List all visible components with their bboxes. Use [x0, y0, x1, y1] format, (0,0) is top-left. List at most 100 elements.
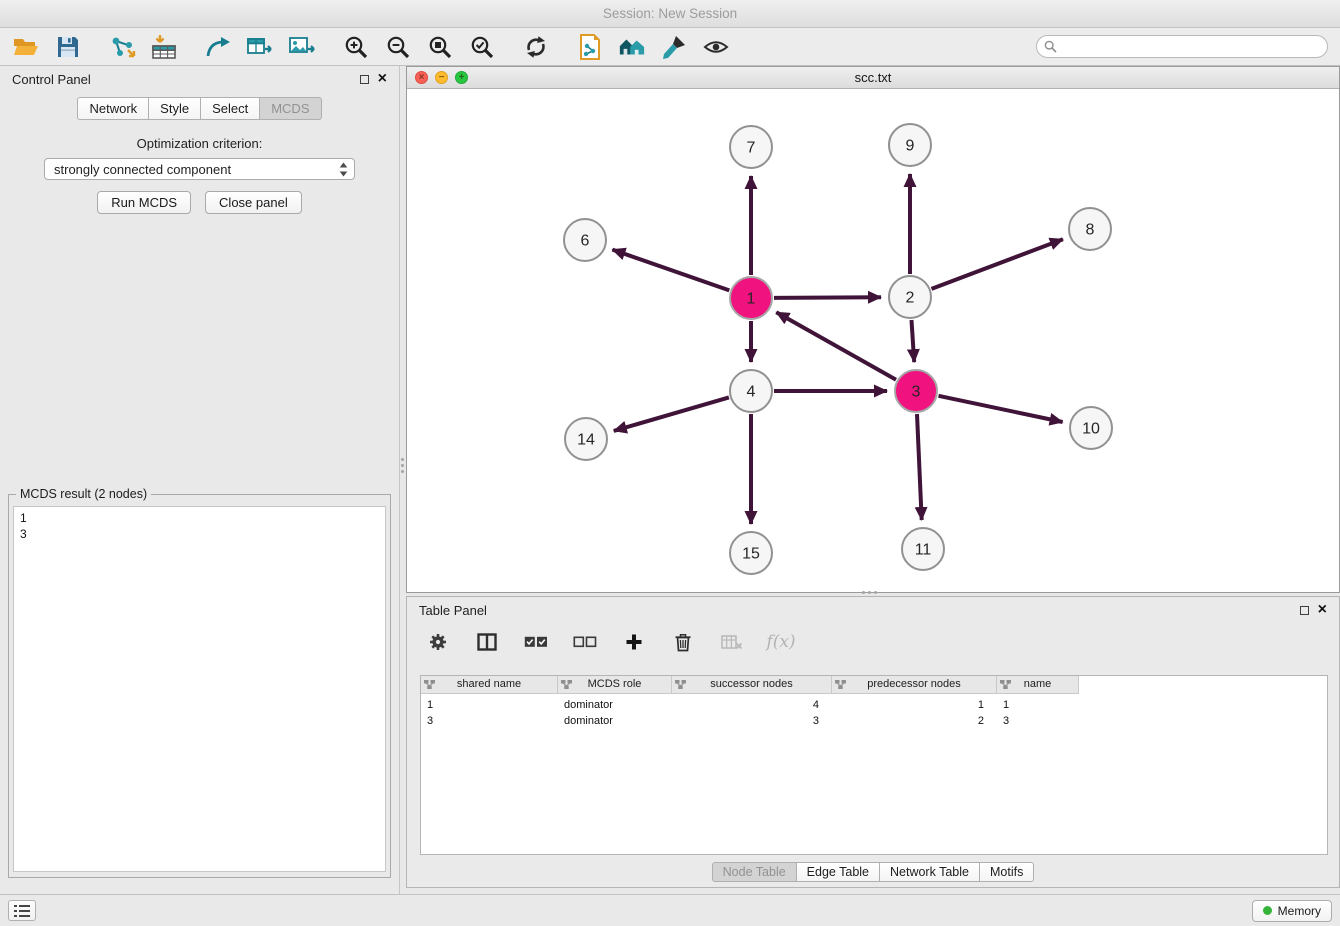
export-table-button[interactable] — [246, 33, 274, 61]
graph-edge-2-3[interactable] — [912, 320, 915, 362]
column-header-mcds-role[interactable]: MCDS role — [558, 676, 672, 694]
graph-node-label: 9 — [906, 138, 915, 155]
splitter-control-network[interactable] — [399, 452, 406, 478]
duplicate-network-button[interactable] — [576, 33, 604, 61]
zoom-out-button[interactable] — [384, 33, 412, 61]
clear-selection-button[interactable] — [571, 628, 599, 656]
tab-network[interactable]: Network — [77, 97, 149, 120]
table-cell[interactable]: 1 — [421, 697, 558, 713]
function-builder-label: f(x) — [766, 632, 795, 652]
table-row[interactable]: 1dominator411 — [421, 697, 1327, 713]
graph-edge-1-2[interactable] — [774, 297, 881, 298]
table-cell[interactable]: 1 — [832, 697, 997, 713]
control-panel-title: Control Panel — [12, 72, 91, 87]
graph-node-label: 4 — [747, 384, 756, 401]
table-cell[interactable]: dominator — [558, 697, 672, 713]
titlebar: Session: New Session — [0, 0, 1340, 28]
network-canvas[interactable]: 7968124314101511 — [407, 89, 1339, 592]
tab-node-table[interactable]: Node Table — [712, 862, 797, 882]
run-mcds-button[interactable]: Run MCDS — [97, 191, 191, 214]
open-session-button[interactable] — [12, 33, 40, 61]
add-row-button[interactable] — [620, 628, 648, 656]
tab-select[interactable]: Select — [200, 97, 260, 120]
graph-edge-2-8[interactable] — [932, 239, 1063, 289]
table-cell[interactable]: dominator — [558, 713, 672, 729]
mcds-result-list[interactable]: 13 — [13, 506, 386, 872]
status-bar: Memory — [0, 894, 1340, 926]
column-header-name[interactable]: name — [997, 676, 1079, 694]
graph-edge-3-1[interactable] — [776, 312, 896, 380]
list-icon — [14, 905, 30, 917]
show-columns-button[interactable] — [473, 628, 501, 656]
function-builder-button[interactable]: f(x) — [767, 628, 795, 656]
import-network-button[interactable] — [108, 33, 136, 61]
minimize-window-button[interactable]: − — [435, 71, 448, 84]
graph-edge-1-6[interactable] — [612, 250, 729, 291]
zoom-fit-button[interactable] — [426, 33, 454, 61]
table-panel-title: Table Panel — [419, 603, 487, 618]
node-table: shared nameMCDS rolesuccessor nodesprede… — [420, 675, 1328, 855]
hide-panels-button[interactable] — [8, 900, 36, 921]
tab-style[interactable]: Style — [148, 97, 201, 120]
table-panel: Table Panel × — [406, 596, 1340, 888]
import-network-icon — [108, 34, 136, 60]
table-cell[interactable]: 2 — [832, 713, 997, 729]
table-settings-button[interactable] — [424, 628, 452, 656]
save-session-button[interactable] — [54, 33, 82, 61]
float-table-panel-icon[interactable] — [1300, 606, 1309, 615]
table-cell[interactable]: 1 — [997, 697, 1079, 713]
table-cell[interactable]: 4 — [672, 697, 832, 713]
optimization-select[interactable]: strongly connected component — [44, 158, 355, 180]
search-input[interactable] — [1036, 35, 1328, 58]
table-cell[interactable]: 3 — [672, 713, 832, 729]
tab-motifs[interactable]: Motifs — [979, 862, 1034, 882]
select-all-rows-button[interactable] — [522, 628, 550, 656]
column-type-icon — [835, 679, 846, 690]
table-cell[interactable]: 3 — [421, 713, 558, 729]
paint-style-button[interactable] — [660, 33, 688, 61]
graph-edge-3-11[interactable] — [917, 414, 922, 520]
column-header-label: name — [1024, 678, 1052, 690]
zoom-in-button[interactable] — [342, 33, 370, 61]
close-table-panel-icon[interactable]: × — [1318, 604, 1327, 616]
plus-icon — [625, 633, 643, 651]
network-view-window: scc.txt × − + 7968124314101511 — [406, 66, 1340, 593]
network-tool-group — [204, 33, 316, 61]
column-header-predecessor-nodes[interactable]: predecessor nodes — [832, 676, 997, 694]
table-cell[interactable]: 3 — [997, 713, 1079, 729]
tab-mcds[interactable]: MCDS — [259, 97, 321, 120]
columns-icon — [477, 633, 497, 651]
graph-edges — [612, 174, 1063, 524]
network-from-selection-button[interactable] — [204, 33, 232, 61]
tab-network-table[interactable]: Network Table — [879, 862, 980, 882]
zoom-selected-button[interactable] — [468, 33, 496, 61]
control-panel: Control Panel × NetworkStyleSelectMCDS O… — [0, 66, 400, 894]
table-row[interactable]: 3dominator323 — [421, 713, 1327, 729]
zoom-window-button[interactable]: + — [455, 71, 468, 84]
splitter-network-table[interactable] — [856, 589, 882, 596]
delete-table-button[interactable] — [718, 628, 746, 656]
column-header-shared-name[interactable]: shared name — [421, 676, 558, 694]
memory-button[interactable]: Memory — [1252, 900, 1332, 922]
graph-node-label: 11 — [915, 542, 932, 559]
delete-row-button[interactable] — [669, 628, 697, 656]
close-panel-icon[interactable]: × — [378, 73, 387, 85]
home-button[interactable] — [618, 33, 646, 61]
import-table-button[interactable] — [150, 33, 178, 61]
graph-edge-4-14[interactable] — [614, 397, 729, 431]
column-type-icon — [675, 679, 686, 690]
show-hide-button[interactable] — [702, 33, 730, 61]
layout-tool-group — [522, 33, 550, 61]
apply-layout-button[interactable] — [522, 33, 550, 61]
column-header-successor-nodes[interactable]: successor nodes — [672, 676, 832, 694]
graph-edge-3-10[interactable] — [939, 396, 1063, 422]
network-document-icon — [578, 34, 602, 60]
import-tool-group — [108, 33, 178, 61]
graph-node-label: 3 — [912, 384, 921, 401]
float-panel-icon[interactable] — [360, 75, 369, 84]
misc-tool-group — [576, 33, 730, 61]
tab-edge-table[interactable]: Edge Table — [796, 862, 880, 882]
export-image-button[interactable] — [288, 33, 316, 61]
close-window-button[interactable]: × — [415, 71, 428, 84]
close-mcds-panel-button[interactable]: Close panel — [205, 191, 302, 214]
